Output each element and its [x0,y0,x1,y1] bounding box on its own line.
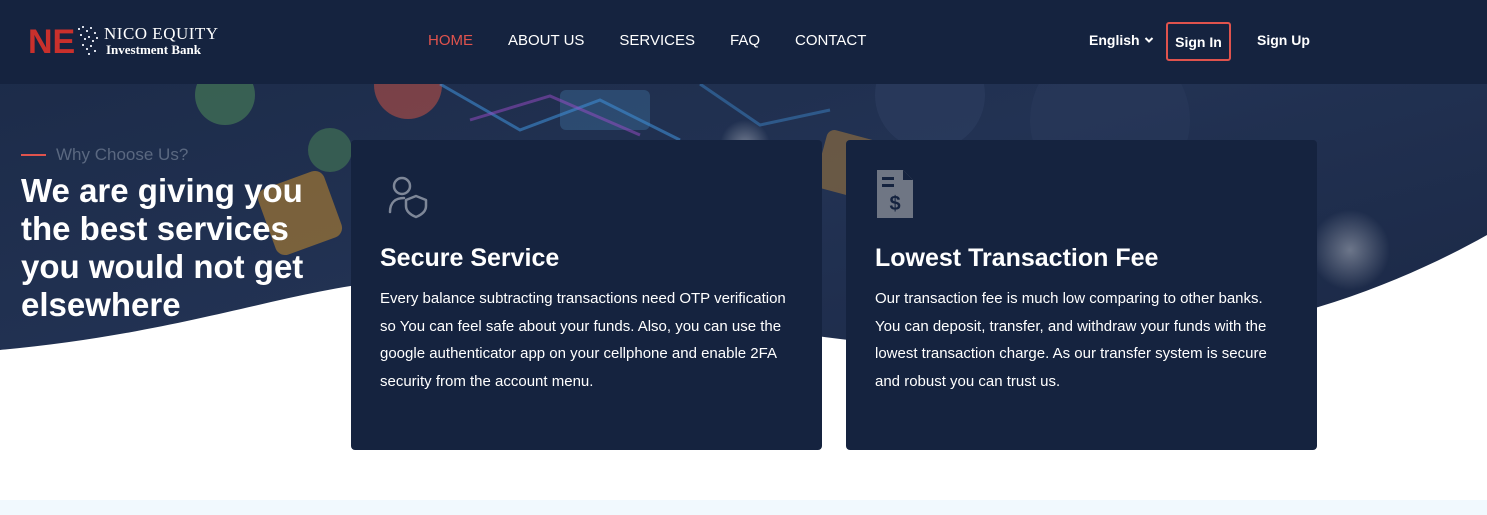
nav-services[interactable]: SERVICES [619,31,695,51]
page: NE NICO EQUITY Investment Bank HOME ABOU… [0,0,1487,515]
nav-faq[interactable]: FAQ [730,31,760,51]
sign-up-link[interactable]: Sign Up [1257,32,1310,48]
brand-line1: NICO EQUITY [104,23,219,43]
eyebrow-text: Why Choose Us? [56,145,189,164]
why-choose-us-intro: Why Choose Us? We are giving you the bes… [21,145,321,324]
site-header: NE NICO EQUITY Investment Bank HOME ABOU… [0,0,1487,84]
nav-about-us[interactable]: ABOUT US [508,31,584,51]
sign-in-button[interactable]: Sign In [1166,22,1231,61]
user-shield-icon [388,176,428,219]
card-title: Lowest Transaction Fee [875,244,1159,272]
logo-initials: NE [28,23,75,58]
next-section-strip [0,500,1487,515]
invoice-dollar-icon: $ [877,170,913,218]
nav-contact[interactable]: CONTACT [795,31,866,51]
brand-name: NICO EQUITY Investment Bank [104,25,219,56]
nav-home[interactable]: HOME [428,31,473,51]
language-selector[interactable]: English [1089,32,1154,48]
section-eyebrow: Why Choose Us? [21,145,321,165]
chevron-down-icon [1144,37,1153,43]
feature-card-lowest-fee: $ Lowest Transaction Fee Our transaction… [846,140,1317,450]
card-title: Secure Service [380,244,560,272]
svg-text:$: $ [889,193,900,215]
brand-logo[interactable]: NE NICO EQUITY Investment Bank [28,22,219,58]
card-description: Every balance subtracting transactions n… [380,290,786,390]
card-description: Our transaction fee is much low comparin… [875,290,1267,390]
language-label: English [1089,32,1140,48]
main-nav: HOME ABOUT US SERVICES FAQ CONTACT [428,31,901,51]
section-headline: We are giving you the best services you … [21,172,304,323]
feature-card-secure-service: Secure Service Every balance subtracting… [351,140,822,450]
logo-mark-icon: NE [28,23,98,58]
eyebrow-divider [21,154,46,156]
brand-line2: Investment Bank [106,41,201,57]
